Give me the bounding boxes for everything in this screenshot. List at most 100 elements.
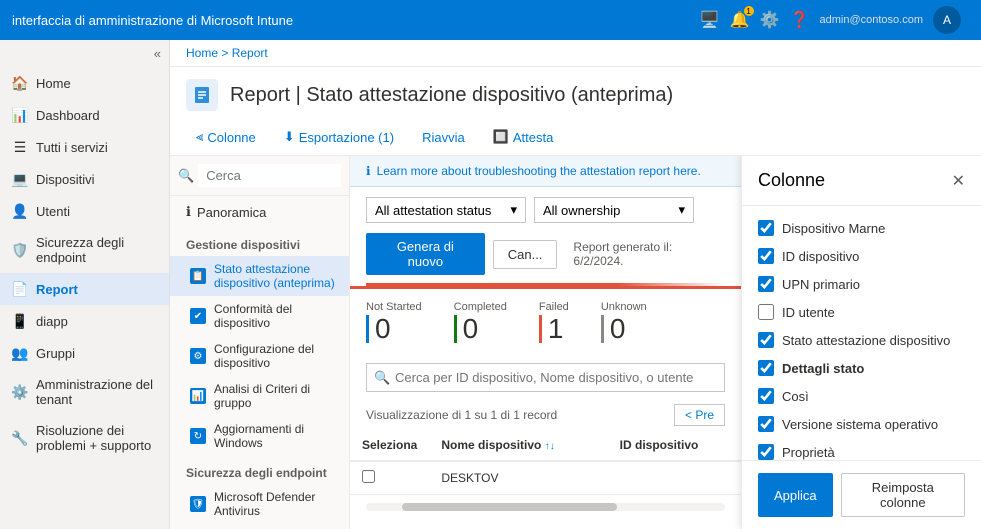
report-icon: 📄 — [12, 281, 28, 297]
riavvia-button[interactable]: Riavvia — [412, 126, 475, 149]
genera-button[interactable]: Genera di nuovo — [366, 233, 485, 275]
reset-columns-button[interactable]: Reimposta colonne — [841, 473, 965, 517]
panel-item-configurazione[interactable]: ⚙ Configurazione del dispositivo — [170, 336, 349, 376]
attesta-icon: 🔲 — [493, 129, 509, 145]
colonne-checkbox-id-utente[interactable] — [758, 304, 774, 320]
info-icon: ℹ — [366, 164, 371, 178]
colonne-item-versione-sistema[interactable]: Versione sistema operativo — [742, 410, 981, 438]
colonne-footer: Applica Reimposta colonne — [742, 460, 981, 529]
can-button[interactable]: Can... — [493, 240, 558, 269]
sidebar-item-risoluzione[interactable]: 🔧 Risoluzione dei problemi + supporto — [0, 415, 169, 461]
sidebar-item-diapp[interactable]: 📱 diapp — [0, 305, 169, 337]
colonne-checkbox-dispositivo-name[interactable] — [758, 220, 774, 236]
colonne-item-id-utente[interactable]: ID utente — [742, 298, 981, 326]
panel-item-defender[interactable]: 🛡 Microsoft Defender Antivirus — [170, 484, 349, 524]
colonne-close-button[interactable]: ✕ — [952, 171, 965, 191]
info-bar[interactable]: ℹ Learn more about troubleshooting the a… — [350, 156, 741, 187]
sidebar-item-home[interactable]: 🏠 Home — [0, 67, 169, 99]
sidebar-item-utenti[interactable]: 👤 Utenti — [0, 195, 169, 227]
report-area: ℹ Learn more about troubleshooting the a… — [350, 156, 741, 529]
table-info: Visualizzazione di 1 su 1 di 1 record < … — [350, 400, 741, 430]
panel-item-analisi-criteri[interactable]: 📊 Analisi di Criteri di gruppo — [170, 376, 349, 416]
chevron-down-icon-2: ▾ — [678, 202, 685, 218]
panel-item-firewall[interactable]: 🔥 Firewall — [170, 524, 349, 529]
status-card-failed: Failed 1 — [539, 297, 589, 347]
risoluzione-icon: 🔧 — [12, 430, 28, 446]
sidebar-item-sicurezza[interactable]: 🛡️ Sicurezza degli endpoint — [0, 227, 169, 273]
colonne-checkbox-cosi[interactable] — [758, 388, 774, 404]
table-search-input[interactable] — [366, 363, 725, 392]
panoramica-item[interactable]: ℹ Panoramica — [170, 196, 349, 228]
conformita-icon: ✔ — [190, 308, 206, 324]
colonne-item-stato-attestazione[interactable]: Stato attestazione dispositivo — [742, 326, 981, 354]
col-nome-dispositivo[interactable]: Nome dispositivo ↑↓ — [429, 430, 607, 461]
colonne-checkbox-stato-attestazione[interactable] — [758, 332, 774, 348]
breadcrumb-home[interactable]: Home — [186, 46, 218, 60]
bell-icon[interactable]: 🔔 1 — [730, 10, 750, 30]
horizontal-scrollbar[interactable] — [366, 503, 725, 511]
data-table: Seleziona Nome dispositivo ↑↓ ID disposi… — [350, 430, 741, 495]
colonne-item-upn-primario[interactable]: UPN primario — [742, 270, 981, 298]
left-panel: 🔍 ℹ Panoramica Gestione dispositivi 📋 St… — [170, 156, 350, 529]
colonne-label-proprieta: Proprietà — [782, 445, 835, 460]
breadcrumb-current: Report — [232, 46, 268, 60]
colonne-label-cosi: Così — [782, 389, 809, 404]
apply-button[interactable]: Applica — [758, 473, 833, 517]
col-seleziona: Seleziona — [350, 430, 429, 461]
settings-icon[interactable]: ⚙️ — [760, 10, 780, 30]
sidebar-collapse[interactable]: « — [0, 40, 169, 67]
status-card-not-started: Not Started 0 — [366, 297, 442, 347]
colonne-item-dispositivo-name[interactable]: Dispositivo Marne — [742, 214, 981, 242]
bell-badge: 1 — [744, 6, 754, 16]
status-card-unknown: Unknown 0 — [601, 297, 667, 347]
monitor-icon[interactable]: 🖥️ — [700, 10, 720, 30]
colonne-checkbox-proprieta[interactable] — [758, 444, 774, 460]
sidebar-item-report[interactable]: 📄 Report — [0, 273, 169, 305]
tutti-servizi-icon: ☰ — [12, 139, 28, 155]
page-title: Report | Stato attestazione dispositivo … — [230, 84, 673, 107]
row-nome-dispositivo: DESKTOV — [429, 461, 607, 495]
help-icon[interactable]: ❓ — [790, 10, 810, 30]
download-icon: ⬇ — [284, 129, 295, 145]
attesta-button[interactable]: 🔲 Attesta — [483, 125, 564, 149]
aggiornamenti-icon: ↻ — [190, 428, 206, 444]
colonne-checkbox-dettagli-stato[interactable] — [758, 360, 774, 376]
colonne-item-id-dispositivo[interactable]: ID dispositivo — [742, 242, 981, 270]
colonne-title: Colonne — [758, 170, 825, 191]
colonne-checkbox-id-dispositivo[interactable] — [758, 248, 774, 264]
sidebar-item-gruppi[interactable]: 👥 Gruppi — [0, 337, 169, 369]
filter-ownership[interactable]: All ownership ▾ — [534, 197, 694, 223]
pagination-prev[interactable]: < Pre — [674, 404, 725, 426]
breadcrumb: Home > Report — [170, 40, 981, 67]
row-checkbox[interactable] — [362, 470, 375, 483]
export-button[interactable]: ⬇ Esportazione (1) — [274, 125, 404, 149]
colonne-checkbox-versione-sistema[interactable] — [758, 416, 774, 432]
gruppi-icon: 👥 — [12, 345, 28, 361]
panel-item-aggiornamenti[interactable]: ↻ Aggiornamenti di Windows — [170, 416, 349, 456]
utenti-icon: 👤 — [12, 203, 28, 219]
colonne-button[interactable]: ⫷ Colonne — [186, 125, 266, 149]
panel-item-conformita[interactable]: ✔ Conformità del dispositivo — [170, 296, 349, 336]
sidebar-item-amministrazione[interactable]: ⚙️ Amministrazione del tenant — [0, 369, 169, 415]
colonne-label-stato-attestazione: Stato attestazione dispositivo — [782, 333, 950, 348]
analisi-criteri-icon: 📊 — [190, 388, 206, 404]
avatar[interactable]: A — [933, 6, 961, 34]
home-icon: 🏠 — [12, 75, 28, 91]
page-header: Report | Stato attestazione dispositivo … — [170, 67, 981, 119]
row-checkbox-cell[interactable] — [350, 461, 429, 495]
dashboard-icon: 📊 — [12, 107, 28, 123]
filter-attestation-status[interactable]: All attestation status ▾ — [366, 197, 526, 223]
sidebar-item-tutti-servizi[interactable]: ☰ Tutti i servizi — [0, 131, 169, 163]
colonne-icon: ⫷ — [196, 129, 203, 145]
sicurezza-icon: 🛡️ — [12, 242, 28, 258]
search-input[interactable] — [198, 164, 341, 187]
colonne-item-proprieta[interactable]: Proprietà — [742, 438, 981, 460]
status-cards: Not Started 0 Completed 0 Failed — [350, 286, 741, 355]
colonne-item-dettagli-stato[interactable]: Dettagli stato — [742, 354, 981, 382]
sidebar-item-dashboard[interactable]: 📊 Dashboard — [0, 99, 169, 131]
sidebar-item-dispositivi[interactable]: 💻 Dispositivi — [0, 163, 169, 195]
panel-item-stato-attestazione[interactable]: 📋 Stato attestazione dispositivo (antepr… — [170, 256, 349, 296]
gestione-section-label: Gestione dispositivi — [170, 228, 349, 256]
colonne-checkbox-upn-primario[interactable] — [758, 276, 774, 292]
colonne-item-cosi[interactable]: Così — [742, 382, 981, 410]
